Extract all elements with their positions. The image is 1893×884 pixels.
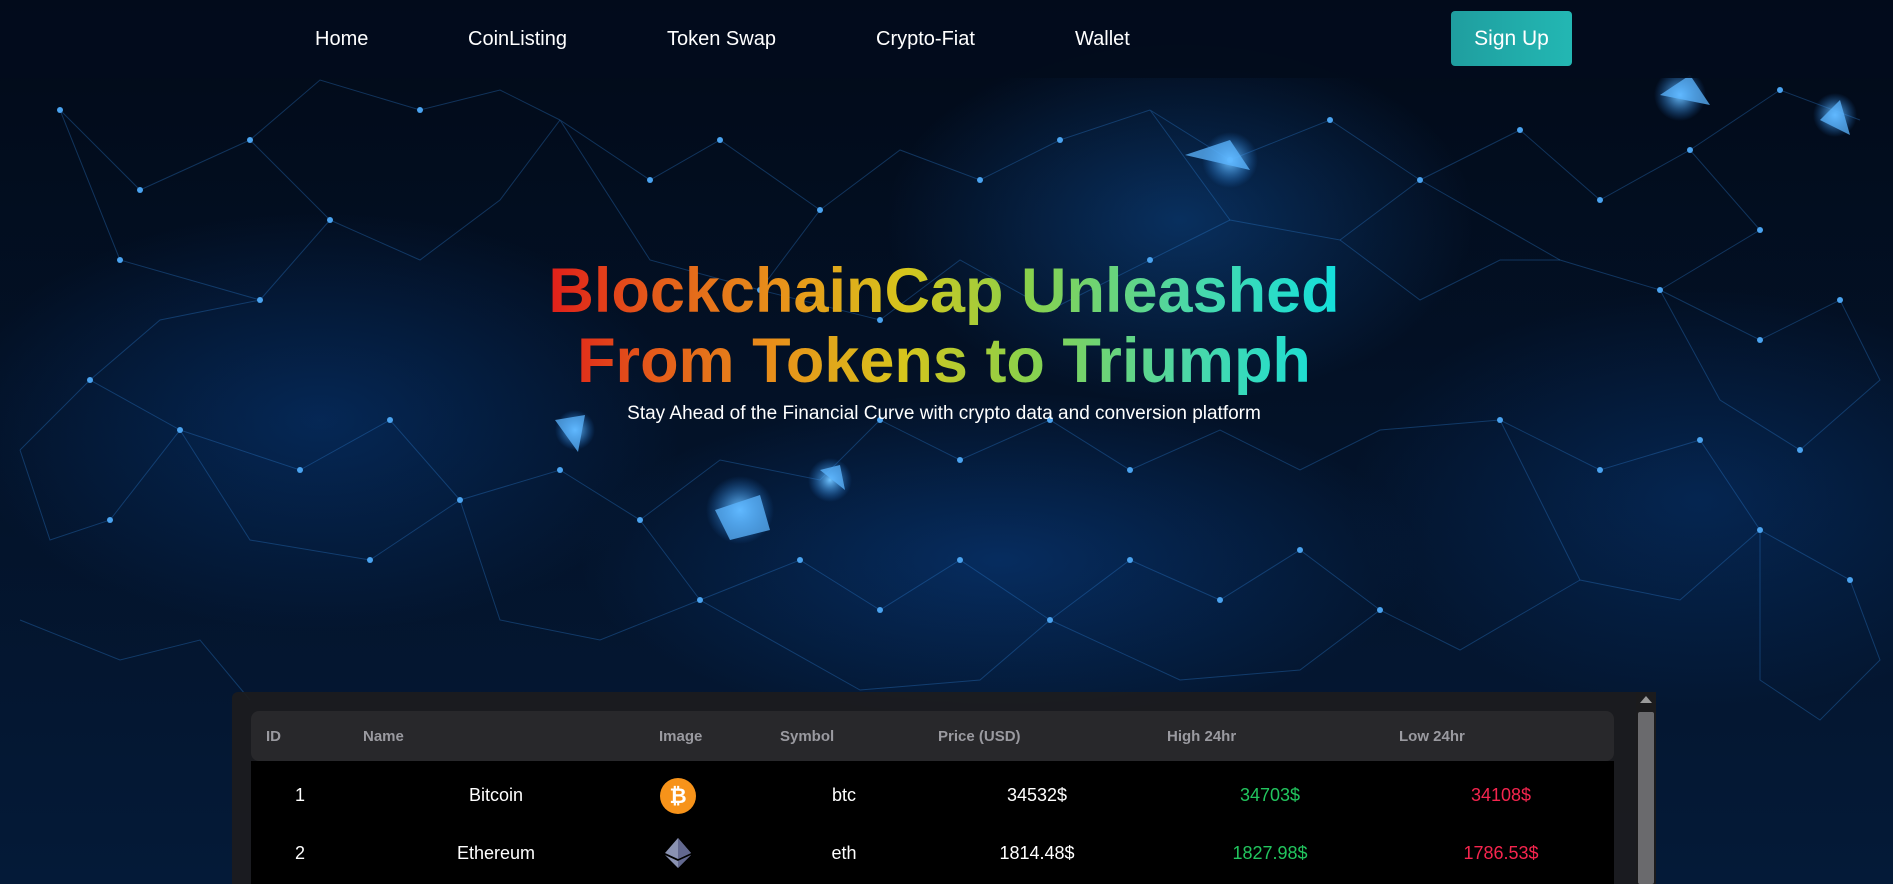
cell-id: 2 — [294, 843, 305, 863]
header-id: ID — [266, 728, 281, 745]
page: Home CoinListing Token Swap Crypto-Fiat … — [0, 0, 1893, 884]
navbar: Home CoinListing Token Swap Crypto-Fiat … — [0, 0, 1893, 78]
scroll-up-arrow-icon[interactable] — [1640, 696, 1652, 703]
scrollbar-thumb[interactable] — [1638, 712, 1654, 884]
cell-symbol: eth — [831, 843, 857, 863]
bitcoin-icon: ₿ — [660, 778, 696, 814]
cell-name: Ethereum — [456, 843, 536, 863]
header-price: Price (USD) — [938, 728, 1021, 745]
nav-wallet-link[interactable]: Wallet — [1075, 27, 1130, 51]
nav-crypto-fiat-link[interactable]: Crypto-Fiat — [876, 27, 975, 51]
nav-token-swap-link[interactable]: Token Swap — [667, 27, 776, 51]
sign-up-button[interactable]: Sign Up — [1451, 11, 1572, 66]
hero-title-line-1: BlockchainCap Unleashed — [548, 256, 1340, 326]
cell-low-24hr: 1786.53$ — [1463, 843, 1539, 863]
svg-text:₿: ₿ — [669, 784, 686, 808]
cell-price: 1814.48$ — [999, 843, 1075, 863]
cell-high-24hr: 1827.98$ — [1232, 843, 1308, 863]
header-symbol: Symbol — [780, 728, 835, 745]
coin-table-body — [251, 761, 1614, 884]
cell-name: Bitcoin — [468, 785, 524, 805]
header-image: Image — [659, 728, 703, 745]
hero-subtitle: Stay Ahead of the Financial Curve with c… — [627, 403, 1261, 424]
cell-id: 1 — [294, 785, 305, 805]
nav-coinlisting-link[interactable]: CoinListing — [468, 27, 567, 51]
hero-title-line-2: From Tokens to Triumph — [577, 326, 1311, 396]
header-name: Name — [363, 728, 404, 745]
ethereum-icon — [665, 838, 691, 868]
cell-low-24hr: 34108$ — [1470, 785, 1532, 805]
hero-title: BlockchainCap Unleashed From Tokens to T… — [540, 256, 1348, 396]
cell-high-24hr: 34703$ — [1239, 785, 1301, 805]
header-low-24hr: Low 24hr — [1399, 728, 1465, 745]
nav-home-link[interactable]: Home — [315, 27, 368, 51]
cell-symbol: btc — [831, 785, 856, 805]
header-high-24hr: High 24hr — [1167, 728, 1237, 745]
cell-price: 34532$ — [1006, 785, 1068, 805]
